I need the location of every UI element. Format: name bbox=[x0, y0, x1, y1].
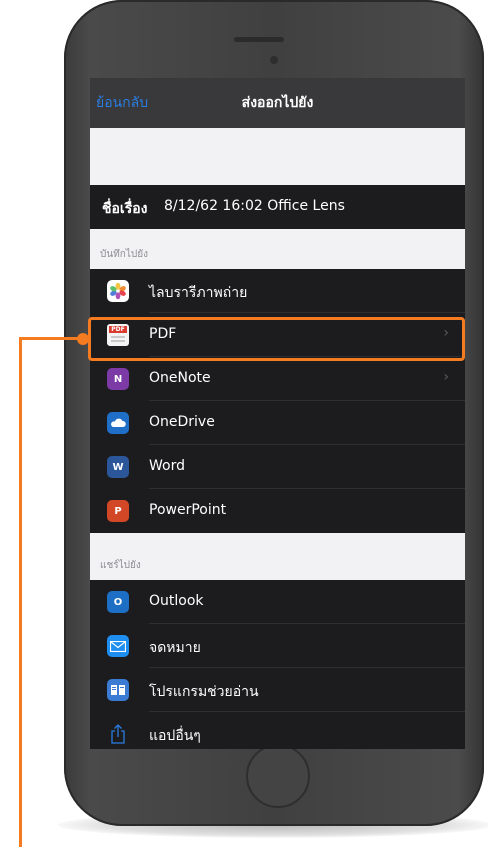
callout-line-vertical bbox=[19, 337, 22, 847]
callout-dot bbox=[77, 333, 89, 345]
save-row-label: ไลบรารีภาพถ่าย bbox=[149, 285, 248, 301]
phone-screen: ย้อนกลับ ส่งออกไปยัง ชื่อเรื่อง 8/12/62 … bbox=[90, 78, 465, 749]
save-row-label: OneNote bbox=[149, 370, 211, 386]
document-title-row[interactable]: ชื่อเรื่อง 8/12/62 16:02 Office Lens bbox=[90, 185, 465, 229]
onedrive-icon bbox=[107, 412, 129, 434]
share-section-label: แชร์ไปยัง bbox=[100, 560, 141, 571]
immersive-reader-icon bbox=[107, 679, 129, 701]
photos-icon bbox=[107, 280, 129, 302]
save-row-onedrive[interactable]: OneDrive bbox=[90, 401, 465, 445]
outlook-icon: O bbox=[107, 591, 129, 613]
share-row-label: แอปอื่นๆ bbox=[149, 728, 201, 744]
home-button[interactable] bbox=[246, 744, 310, 808]
share-row-label: โปรแกรมช่วยอ่าน bbox=[149, 684, 259, 700]
title-value: 8/12/62 16:02 Office Lens bbox=[164, 198, 345, 214]
save-row-photos[interactable]: ไลบรารีภาพถ่าย bbox=[90, 269, 465, 313]
word-icon-letter: W bbox=[112, 461, 124, 473]
phone-speaker bbox=[234, 37, 284, 42]
share-row-mail[interactable]: จดหมาย bbox=[90, 624, 465, 668]
save-row-word[interactable]: W Word bbox=[90, 445, 465, 489]
save-row-onenote[interactable]: N OneNote › bbox=[90, 357, 465, 401]
share-row-label: จดหมาย bbox=[149, 640, 201, 656]
save-row-label: PowerPoint bbox=[149, 502, 227, 518]
nav-title: ส่งออกไปยัง bbox=[241, 95, 314, 111]
pdf-highlight-box bbox=[88, 317, 465, 361]
save-row-label: OneDrive bbox=[149, 414, 215, 430]
share-row-outlook[interactable]: O Outlook bbox=[90, 580, 465, 624]
onenote-icon: N bbox=[107, 368, 129, 390]
callout-line-horizontal bbox=[19, 337, 83, 340]
outlook-icon-letter: O bbox=[113, 596, 123, 608]
navigation-bar: ย้อนกลับ ส่งออกไปยัง bbox=[90, 78, 465, 128]
powerpoint-icon-letter: P bbox=[114, 505, 122, 517]
share-icon bbox=[107, 723, 129, 745]
save-section-header: บันทึกไปยัง bbox=[90, 229, 465, 269]
share-row-immersive-reader[interactable]: โปรแกรมช่วยอ่าน bbox=[90, 668, 465, 712]
chevron-right-icon: › bbox=[443, 369, 449, 385]
phone-camera bbox=[270, 56, 278, 64]
save-row-powerpoint[interactable]: P PowerPoint bbox=[90, 489, 465, 533]
share-row-label: Outlook bbox=[149, 593, 204, 609]
spacer-band bbox=[90, 128, 465, 185]
share-section-header: แชร์ไปยัง bbox=[90, 533, 465, 580]
title-label: ชื่อเรื่อง bbox=[102, 201, 148, 217]
share-row-other-apps[interactable]: แอปอื่นๆ bbox=[90, 712, 465, 749]
save-row-label: Word bbox=[149, 458, 185, 474]
powerpoint-icon: P bbox=[107, 500, 129, 522]
word-icon: W bbox=[107, 456, 129, 478]
save-section-label: บันทึกไปยัง bbox=[100, 249, 148, 260]
mail-icon bbox=[107, 635, 129, 657]
onenote-icon-letter: N bbox=[113, 373, 123, 385]
